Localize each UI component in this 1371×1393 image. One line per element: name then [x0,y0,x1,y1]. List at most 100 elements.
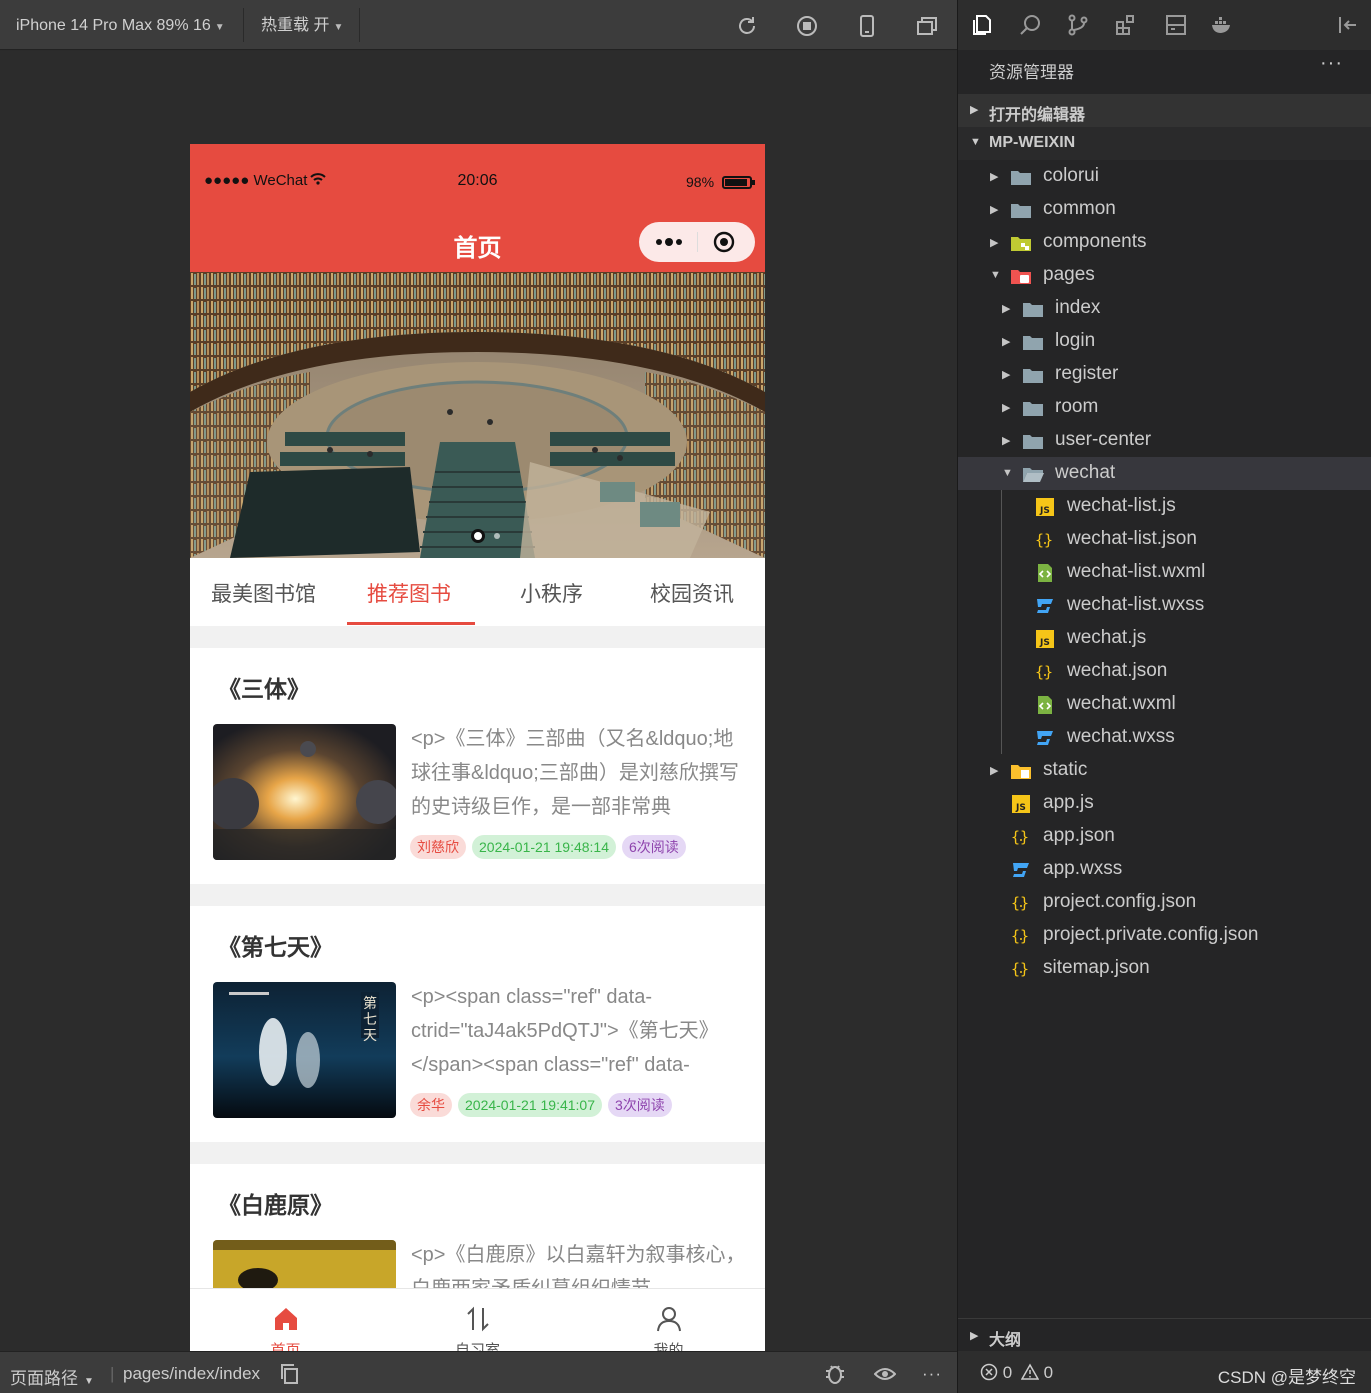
problems-indicator[interactable]: 0 0 [980,1363,1053,1383]
tree-item-label: wechat.json [1067,660,1168,681]
svg-text:天: 天 [363,1028,377,1044]
chevron-down-icon: ▼ [970,136,981,148]
refresh-icon[interactable] [736,15,758,37]
chevron-right-icon[interactable]: ▶ [1002,368,1010,381]
svg-text:第: 第 [363,995,377,1012]
extensions-icon[interactable] [1114,13,1138,37]
stop-record-icon[interactable] [796,15,818,37]
chevron-down-icon[interactable]: ▼ [1002,467,1013,479]
tree-item-wechat-list-wxss[interactable]: wechat-list.wxss [958,589,1371,622]
tree-item-wechat-list-js[interactable]: JS wechat-list.js [958,490,1371,523]
tree-item-label: wechat [1055,462,1116,483]
page-path-selector[interactable]: 页面路径 ▼ [10,1364,94,1389]
tree-item-components[interactable]: ▶ components [958,226,1371,259]
tree-item-login[interactable]: ▶ login [958,325,1371,358]
preview-eye-icon[interactable] [874,1363,896,1385]
tab-campus-news[interactable]: 校园资讯 [650,578,734,608]
tab-most-beautiful-library[interactable]: 最美图书馆 [211,578,316,608]
storage-icon[interactable] [1164,13,1188,37]
tab-little-order[interactable]: 小秩序 [520,578,583,608]
tree-item-label: room [1055,396,1099,417]
category-tabs: 最美图书馆 推荐图书 小秩序 校园资讯 [190,558,765,626]
search-icon[interactable] [1018,13,1042,37]
carousel-dot-active[interactable] [471,529,485,543]
device-selector-label: iPhone 14 Pro Max 89% 16 [16,17,211,34]
wxml-file-icon [1034,563,1056,583]
simulator-bottom-bar: 页面路径 ▼ | pages/index/index ··· [0,1351,957,1393]
project-section[interactable]: ▼ MP-WEIXIN [958,127,1371,160]
tree-item-app-json[interactable]: {} app.json [958,820,1371,853]
tree-item-colorui[interactable]: ▶ colorui [958,160,1371,193]
chevron-right-icon[interactable]: ▶ [1002,401,1010,414]
static-folder-icon [1010,761,1032,781]
chevron-right-icon[interactable]: ▶ [990,203,998,216]
tree-item-wechat-json[interactable]: {} wechat.json [958,655,1371,688]
tree-item-label: pages [1043,264,1095,285]
tree-item-label: wechat-list.wxss [1067,594,1205,615]
collapse-panel-icon[interactable] [1336,13,1360,37]
chevron-right-icon[interactable]: ▶ [1002,335,1010,348]
more-icon[interactable] [653,230,685,254]
chevron-down-icon[interactable]: ▼ [990,269,1001,281]
copy-icon[interactable] [279,1363,301,1385]
hot-reload-selector[interactable]: 热重载 开 ▼ [261,0,343,50]
json-file-icon: {} [1010,893,1032,913]
chevron-right-icon[interactable]: ▶ [990,236,998,249]
files-icon[interactable] [970,13,994,37]
chevron-down-icon: ▼ [214,22,225,33]
outline-section[interactable]: ▶ 大纲 [958,1318,1371,1351]
source-control-icon[interactable] [1066,13,1090,37]
tree-item-index[interactable]: ▶ index [958,292,1371,325]
close-miniprogram-icon[interactable] [713,231,735,253]
debug-bug-icon[interactable] [824,1363,846,1385]
more-icon[interactable]: ··· [1320,52,1343,75]
phone-icon[interactable] [856,15,878,37]
tree-item-wechat-wxml[interactable]: wechat.wxml [958,688,1371,721]
hot-reload-label: 热重载 开 [261,17,330,34]
open-editors-section[interactable]: ▶ 打开的编辑器 [958,94,1371,127]
book-card[interactable]: 《三体》 <p>《三体》三部曲（又名&ldquo;地球往事&ldquo;三部曲）… [190,648,765,884]
tree-item-static[interactable]: ▶ static [958,754,1371,787]
chevron-right-icon[interactable]: ▶ [990,764,998,777]
book-cover-image: 第 七 天 [213,982,396,1118]
tree-item-label: index [1055,297,1101,318]
carousel-dot[interactable] [494,533,500,539]
tree-item-wechat-wxss[interactable]: wechat.wxss [958,721,1371,754]
tree-item-register[interactable]: ▶ register [958,358,1371,391]
explorer-title: 资源管理器 [989,63,1074,82]
more-icon[interactable]: ··· [922,1364,942,1384]
tree-item-pages[interactable]: ▼ pages [958,259,1371,292]
tab-recommended-books[interactable]: 推荐图书 [367,578,451,608]
page-path-value: pages/index/index [123,1364,261,1383]
chevron-right-icon[interactable]: ▶ [990,170,998,183]
tree-item-common[interactable]: ▶ common [958,193,1371,226]
banner-carousel[interactable] [190,272,765,558]
chevron-right-icon[interactable]: ▶ [1002,302,1010,315]
tree-item-app-wxss[interactable]: app.wxss [958,853,1371,886]
book-card[interactable]: 《第七天》 第 七 天 <p><span class="ref" data-ct… [190,906,765,1142]
status-bar: ●●●●● WeChat 20:06 98% [190,144,765,220]
tree-item-project-private-config-json[interactable]: {} project.private.config.json [958,919,1371,952]
tree-item-user-center[interactable]: ▶ user-center [958,424,1371,457]
tree-item-wechat-list-json[interactable]: {} wechat-list.json [958,523,1371,556]
library-banner-image [190,272,765,558]
date-tag: 2024-01-21 19:41:07 [458,1093,602,1117]
device-selector[interactable]: iPhone 14 Pro Max 89% 16 ▼ [16,0,225,50]
chevron-right-icon[interactable]: ▶ [1002,434,1010,447]
wxml-file-icon [1034,695,1056,715]
docker-icon[interactable] [1210,13,1234,37]
multi-window-icon[interactable] [916,15,938,37]
tree-item-label: app.wxss [1043,858,1123,879]
tree-item-wechat-list-wxml[interactable]: wechat-list.wxml [958,556,1371,589]
tree-item-wechat[interactable]: ▼ wechat [958,457,1371,490]
tree-item-project-config-json[interactable]: {} project.config.json [958,886,1371,919]
wxss-file-icon [1034,728,1056,748]
tree-item-sitemap-json[interactable]: {} sitemap.json [958,952,1371,985]
capsule-divider [697,232,698,252]
tree-item-room[interactable]: ▶ room [958,391,1371,424]
chevron-down-icon: ▼ [333,22,344,33]
tree-item-app-js[interactable]: JS app.js [958,787,1371,820]
json-file-icon: {} [1010,959,1032,979]
tree-item-label: static [1043,759,1088,780]
tree-item-wechat-js[interactable]: JS wechat.js [958,622,1371,655]
